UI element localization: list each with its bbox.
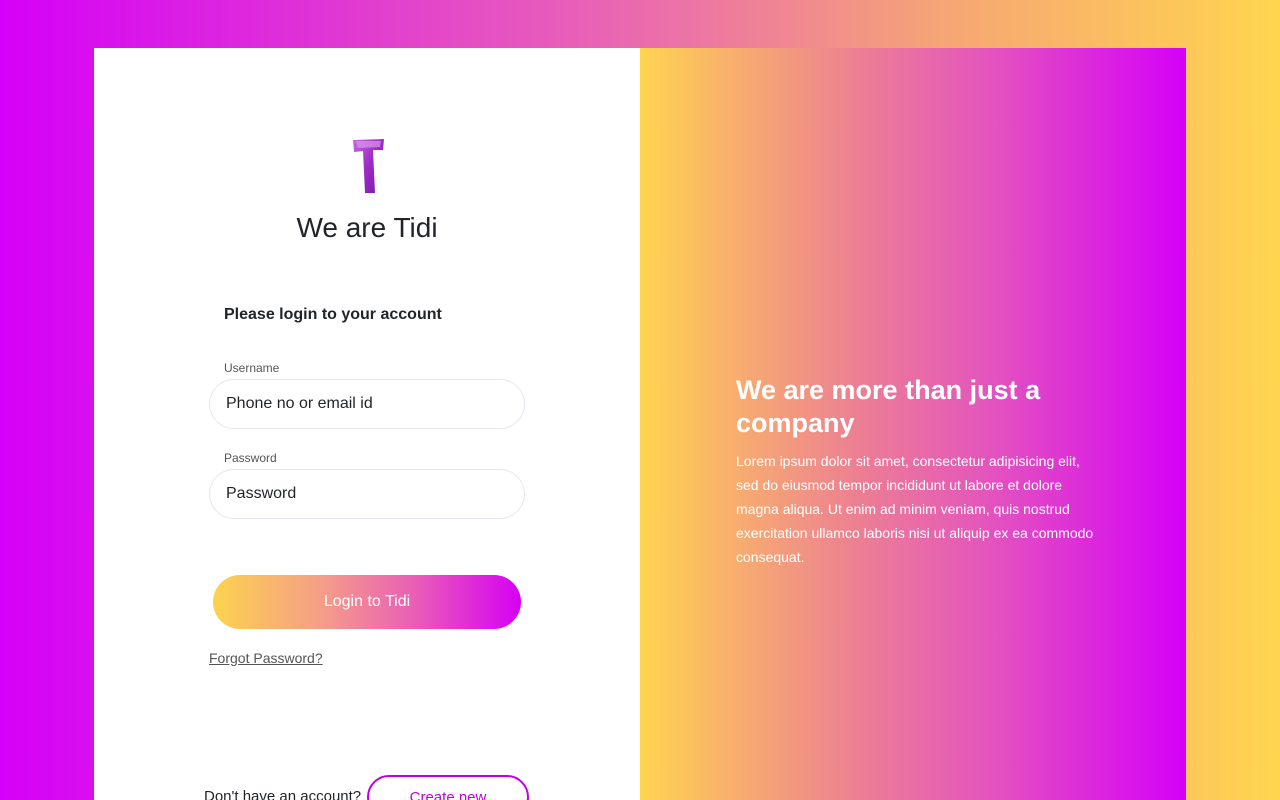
username-input[interactable]: [209, 379, 525, 429]
login-heading: Please login to your account: [224, 306, 442, 323]
login-panel: We are Tidi Please login to your account…: [94, 48, 640, 800]
signup-prompt: Don't have an account?: [204, 788, 362, 800]
promo-panel: We are more than just a company Lorem ip…: [640, 48, 1186, 800]
forgot-password-link[interactable]: Forgot Password?: [209, 650, 323, 666]
password-input[interactable]: [209, 469, 525, 519]
password-label: Password: [224, 451, 277, 465]
promo-title: We are more than just a company: [736, 375, 1041, 438]
promo-body: Lorem ipsum dolor sit amet, consectetur …: [736, 453, 1094, 565]
login-card: We are Tidi Please login to your account…: [94, 48, 1186, 800]
username-label: Username: [224, 361, 280, 375]
letter-t-logo-icon: [353, 139, 384, 193]
login-button[interactable]: Login to Tidi: [213, 575, 521, 629]
create-account-button[interactable]: Create new: [367, 775, 529, 800]
brand-title: We are Tidi: [296, 212, 438, 243]
